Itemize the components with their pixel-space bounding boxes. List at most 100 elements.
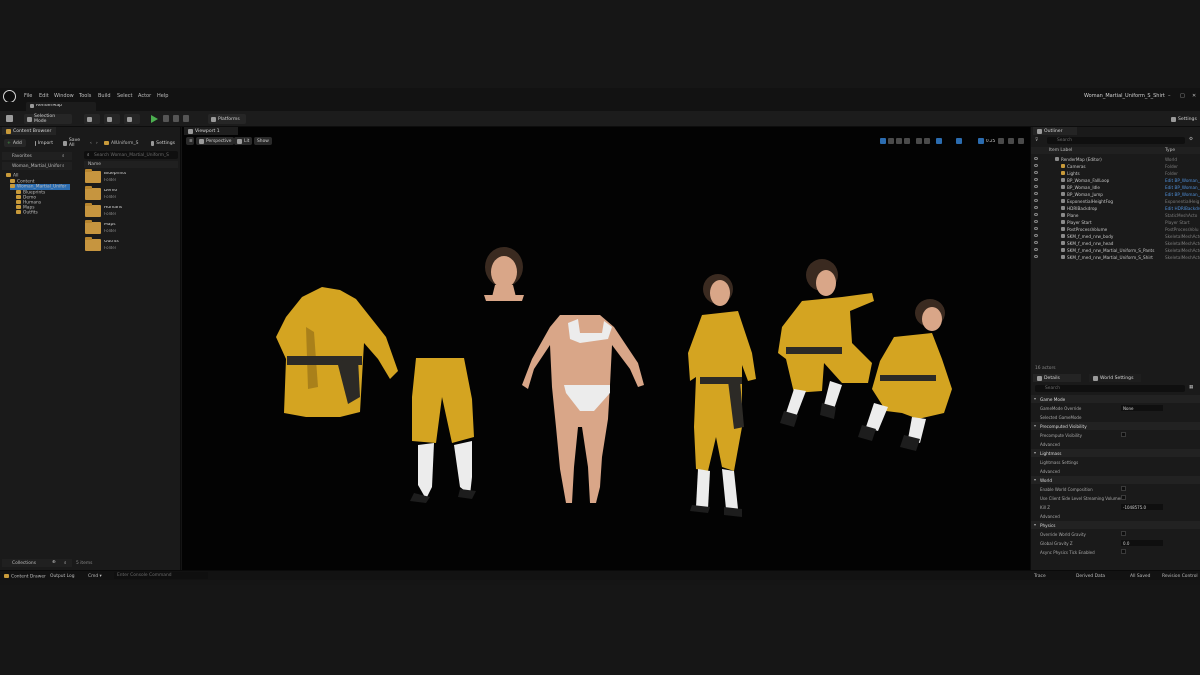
details-section-header[interactable]: Precomputed Visibility <box>1031 422 1200 430</box>
step-icon[interactable] <box>163 115 169 122</box>
editor-settings-button[interactable]: Settings <box>1168 114 1200 124</box>
close-button[interactable]: ✕ <box>1192 93 1196 99</box>
visibility-eye-icon[interactable] <box>1034 213 1038 216</box>
asset-item[interactable]: Blueprints Folder <box>84 169 174 185</box>
menu-select[interactable]: Select <box>117 93 132 99</box>
asset-item[interactable]: Humans Folder <box>84 203 174 219</box>
outliner-row-type[interactable]: Edit HDRIBackdro <box>1165 206 1200 211</box>
project-header[interactable]: Woman_Martial_Unifor ⌕ <box>2 162 72 170</box>
trace-button[interactable]: Trace <box>1034 574 1046 579</box>
outliner-row[interactable]: BP_Woman_FallLoop Edit BP_Woman_F <box>1031 177 1200 184</box>
world-settings-tab[interactable]: World Settings <box>1089 374 1141 382</box>
level-viewport[interactable]: Viewport 1 ≡ Perspective Lit Show 0.25 <box>182 127 1030 570</box>
outliner-row-type[interactable]: Edit BP_Woman_I <box>1165 185 1200 190</box>
add-collection-icon[interactable]: ⊕ <box>52 560 56 565</box>
outliner-row[interactable]: SKM_f_med_nrw_Martial_Uniform_S_Shirt Ske… <box>1031 254 1200 261</box>
property-checkbox[interactable] <box>1121 549 1126 554</box>
outliner-search-input[interactable]: Search <box>1047 137 1185 144</box>
asset-search-input[interactable]: ⌕ Search Woman_Martial_Uniform_S <box>84 151 178 159</box>
visibility-eye-icon[interactable] <box>1034 248 1038 251</box>
tree-item-all[interactable]: All <box>6 173 18 179</box>
menu-window[interactable]: Window <box>54 93 74 99</box>
visibility-eye-icon[interactable] <box>1034 178 1038 181</box>
visibility-eye-icon[interactable] <box>1034 157 1038 160</box>
asset-item[interactable]: Maps Folder <box>84 220 174 236</box>
outliner-row[interactable]: RenderMap (Editor) World <box>1031 156 1200 163</box>
outliner-row[interactable]: SKM_f_med_nrw_head SkeletalMeshActo <box>1031 240 1200 247</box>
eject-icon[interactable] <box>183 115 189 122</box>
cmd-dropdown[interactable]: Cmd ▾ <box>88 574 102 579</box>
visibility-eye-icon[interactable] <box>1034 192 1038 195</box>
menu-edit[interactable]: Edit <box>39 93 49 99</box>
favorites-search-icon[interactable]: ⌕ <box>62 153 64 159</box>
path-current[interactable]: Uniform_S <box>116 141 138 146</box>
asset-item[interactable]: Demo Folder <box>84 186 174 202</box>
map-tab[interactable]: RenderMap <box>26 102 96 111</box>
visibility-eye-icon[interactable] <box>1034 185 1038 188</box>
details-section-header[interactable]: Physics <box>1031 521 1200 529</box>
outliner-settings-icon[interactable]: ⚙ <box>1189 137 1193 142</box>
outliner-row[interactable]: Player Start Player Start <box>1031 219 1200 226</box>
stop-icon[interactable] <box>173 115 179 122</box>
property-value-field[interactable]: -1048575.0 <box>1121 504 1163 510</box>
content-drawer-button[interactable]: Content Drawer <box>4 574 46 580</box>
collections-header[interactable]: Collections ⊕ ⌕ <box>2 559 72 567</box>
visibility-eye-icon[interactable] <box>1034 206 1038 209</box>
selection-mode-button[interactable]: Selection Mode <box>24 114 72 124</box>
details-search-input[interactable]: Search <box>1035 385 1185 392</box>
collections-search-icon[interactable]: ⌕ <box>64 560 66 566</box>
outliner-row[interactable]: ExponentialHeightFog ExponentialHeig <box>1031 198 1200 205</box>
details-view-options-icon[interactable]: ▦ <box>1189 385 1193 390</box>
menu-help[interactable]: Help <box>157 93 168 99</box>
visibility-eye-icon[interactable] <box>1034 241 1038 244</box>
project-search-icon[interactable]: ⌕ <box>62 163 64 169</box>
save-all-button[interactable]: Save All <box>60 138 86 148</box>
property-checkbox[interactable] <box>1121 531 1126 536</box>
play-icon[interactable] <box>151 115 158 123</box>
console-input[interactable]: Enter Console Command <box>114 572 208 579</box>
property-checkbox[interactable] <box>1121 486 1126 491</box>
asset-item[interactable]: Outfits Folder <box>84 237 174 253</box>
details-section-header[interactable]: World <box>1031 476 1200 484</box>
add-actor-button[interactable] <box>84 114 100 124</box>
outliner-row[interactable]: BP_Woman_Jump Edit BP_Woman_J <box>1031 191 1200 198</box>
outliner-row[interactable]: SKM_f_med_nrw_Martial_Uniform_S_Pants Ske… <box>1031 247 1200 254</box>
details-tab[interactable]: Details <box>1033 374 1081 382</box>
details-section-header[interactable]: Lightmass <box>1031 449 1200 457</box>
cinematics-button[interactable] <box>124 114 140 124</box>
property-checkbox[interactable] <box>1121 495 1126 500</box>
outliner-row-type[interactable]: Edit BP_Woman_F <box>1165 178 1200 183</box>
menu-tools[interactable]: Tools <box>79 93 91 99</box>
visibility-eye-icon[interactable] <box>1034 199 1038 202</box>
property-checkbox[interactable] <box>1121 432 1126 437</box>
output-log-button[interactable]: Output Log <box>50 574 75 579</box>
property-value-field[interactable]: 0.0 <box>1121 540 1163 546</box>
outliner-row[interactable]: Cameras Folder <box>1031 163 1200 170</box>
nav-back-icon[interactable]: ‹ <box>90 141 92 146</box>
filter-icon[interactable]: ⊽ <box>1035 138 1038 143</box>
visibility-eye-icon[interactable] <box>1034 255 1038 258</box>
derived-data-button[interactable]: Derived Data <box>1076 574 1105 579</box>
outliner-row[interactable]: SKM_f_med_nrw_body SkeletalMeshActo <box>1031 233 1200 240</box>
visibility-eye-icon[interactable] <box>1034 164 1038 167</box>
import-button[interactable]: Import <box>32 139 56 147</box>
outliner-row[interactable]: HDRIBackdrop Edit HDRIBackdro <box>1031 205 1200 212</box>
outliner-row[interactable]: PostProcessVolume PostProcessVolu <box>1031 226 1200 233</box>
favorites-header[interactable]: Favorites ⌕ <box>2 152 72 160</box>
property-value-field[interactable]: None <box>1121 405 1163 411</box>
menu-actor[interactable]: Actor <box>138 93 151 99</box>
save-icon[interactable] <box>6 115 13 122</box>
outliner-col-type[interactable]: Type <box>1165 148 1175 153</box>
outliner-col-label[interactable]: Item Label <box>1049 148 1072 153</box>
visibility-eye-icon[interactable] <box>1034 220 1038 223</box>
outliner-row[interactable]: Plane StaticMeshActo <box>1031 212 1200 219</box>
all-saved-button[interactable]: All Saved <box>1130 574 1150 579</box>
outliner-row-type[interactable]: Edit BP_Woman_J <box>1165 192 1200 197</box>
content-browser-tab[interactable]: Content Browser <box>2 127 56 135</box>
menu-build[interactable]: Build <box>98 93 111 99</box>
menu-file[interactable]: File <box>24 93 32 99</box>
settings-button[interactable]: Settings <box>148 139 178 147</box>
blueprint-button[interactable] <box>104 114 120 124</box>
revision-control-button[interactable]: Revision Control <box>1162 574 1198 579</box>
maximize-button[interactable]: □ <box>1180 93 1185 99</box>
